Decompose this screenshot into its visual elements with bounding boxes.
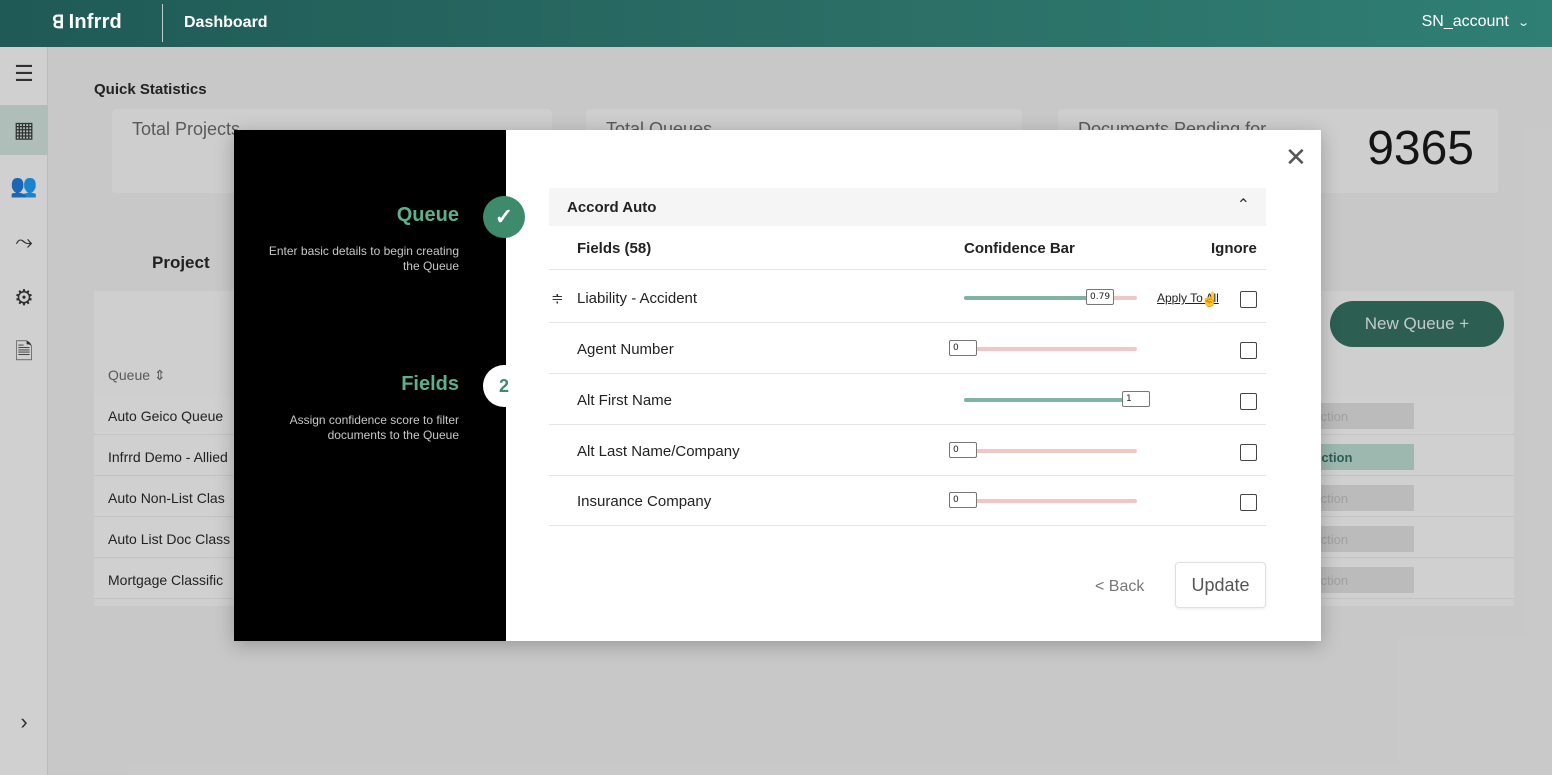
field-row: Alt Last Name/Company 0	[549, 426, 1266, 476]
field-row: Alt First Name 1	[549, 375, 1266, 425]
back-button[interactable]: < Back	[1095, 578, 1144, 596]
field-label: Agent Number	[577, 341, 674, 358]
chevron-down-icon: ⌄	[1516, 16, 1530, 29]
ignore-checkbox[interactable]	[1240, 393, 1257, 410]
field-row: ≑ Liability - Accident 0.79 Apply To All…	[549, 273, 1266, 323]
field-label: Alt Last Name/Company	[577, 443, 740, 460]
stepper-panel: Queue Enter basic details to begin creat…	[234, 130, 506, 641]
account-menu[interactable]: SN_account ⌄	[1421, 13, 1530, 31]
confidence-value[interactable]: 0	[949, 442, 977, 458]
account-name: SN_account	[1421, 13, 1509, 30]
step-desc-fields: Assign confidence score to filter docume…	[289, 413, 459, 442]
ignore-checkbox[interactable]	[1240, 291, 1257, 308]
checkmark-icon: ✓	[483, 196, 525, 238]
field-label: Insurance Company	[577, 493, 712, 510]
step-desc-queue: Enter basic details to begin creating th…	[268, 244, 459, 273]
hand-cursor-icon: ☝	[1201, 291, 1219, 307]
top-bar: ꓭ Infrrd Dashboard SN_account ⌄	[0, 0, 1552, 47]
logo-text: Infrrd	[68, 11, 122, 33]
confidence-value[interactable]: 0	[949, 492, 977, 508]
accordion-header[interactable]: Accord Auto ⌃	[549, 188, 1266, 226]
ignore-checkbox[interactable]	[1240, 444, 1257, 461]
confidence-header: Confidence Bar	[964, 240, 1075, 257]
ignore-header: Ignore	[1211, 240, 1257, 257]
accordion-title: Accord Auto	[567, 199, 657, 216]
topbar-divider	[162, 4, 163, 42]
header-divider	[549, 269, 1266, 270]
update-button[interactable]: Update	[1175, 562, 1266, 608]
ignore-checkbox[interactable]	[1240, 342, 1257, 359]
fields-header: Fields (58)	[577, 240, 652, 257]
confidence-slider[interactable]	[964, 499, 1137, 503]
step-title-fields[interactable]: Fields	[401, 373, 459, 396]
field-label: Alt First Name	[577, 392, 673, 409]
confidence-value[interactable]: 0	[949, 340, 977, 356]
confidence-value[interactable]: 0.79	[1086, 289, 1114, 305]
close-icon[interactable]: ✕	[1285, 142, 1307, 173]
field-row: Insurance Company 0	[549, 476, 1266, 526]
confidence-slider[interactable]	[964, 398, 1137, 402]
drag-handle-icon[interactable]: ≑	[551, 289, 564, 307]
confidence-slider[interactable]	[964, 449, 1137, 453]
chevron-up-icon[interactable]: ⌃	[1237, 195, 1250, 215]
confidence-value[interactable]: 1	[1122, 391, 1150, 407]
slider-fill	[964, 398, 1137, 402]
ignore-checkbox[interactable]	[1240, 494, 1257, 511]
page-title: Dashboard	[184, 14, 268, 31]
slider-fill	[964, 296, 1101, 300]
edit-queue-modal: Queue Enter basic details to begin creat…	[234, 130, 1321, 641]
infrrd-logo-icon: ꓭ	[52, 12, 65, 32]
infrrd-logo[interactable]: ꓭ Infrrd	[52, 11, 122, 34]
step-title-queue[interactable]: Queue	[397, 204, 459, 227]
confidence-slider[interactable]	[964, 347, 1137, 351]
field-row: Agent Number 0	[549, 324, 1266, 374]
field-label: Liability - Accident	[577, 290, 698, 307]
step-number-badge: 2	[483, 365, 525, 407]
